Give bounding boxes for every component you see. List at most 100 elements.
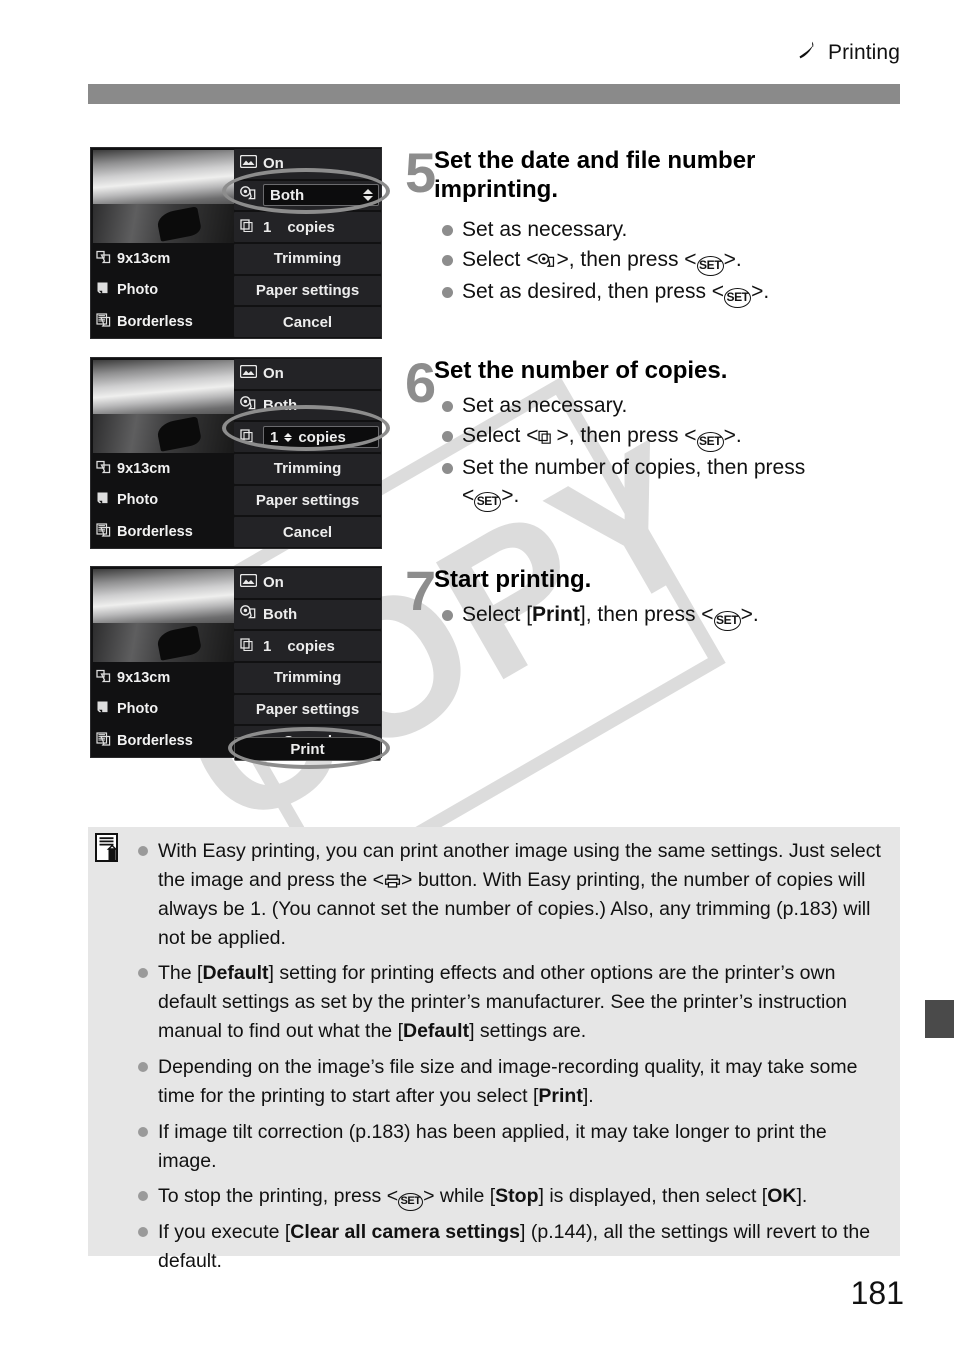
lcd-page-layout: Borderless: [91, 516, 234, 548]
section-label: Printing: [827, 40, 900, 64]
bullet-dot-icon: [442, 286, 453, 298]
step-7-title: Start printing.: [434, 566, 592, 593]
lcd-row-date-imprint[interactable]: Both: [234, 390, 381, 421]
lcd-paper-size: 9x13cm: [91, 662, 234, 694]
lcd-menu-cancel[interactable]: Cancel: [234, 517, 381, 547]
lcd-menu-print[interactable]: Print: [234, 737, 381, 761]
image-effect-icon: [239, 365, 258, 382]
lcd-menu-cancel[interactable]: Cancel: [234, 307, 381, 337]
step-6-title: Set the number of copies.: [434, 357, 728, 384]
lcd-row-image-effect[interactable]: On: [234, 359, 381, 389]
lcd-copies-value: 1: [270, 428, 279, 446]
bullet-dot-icon: [442, 462, 453, 474]
lcd-page-layout-label: Borderless: [117, 733, 193, 750]
bullet-dot-icon: [138, 968, 148, 979]
lcd-page-layout-label: Borderless: [117, 524, 193, 541]
header-rule: [88, 84, 900, 104]
lcd-row-image-effect[interactable]: On: [234, 568, 381, 598]
lcd-row-copies[interactable]: 1 copies: [234, 422, 381, 452]
bullet-text: Select [Print], then press < SET >.: [462, 601, 912, 631]
page-header: Printing: [0, 40, 954, 82]
lcd-screen-step7: On Both 1 copies Trimming Paper settings: [90, 566, 382, 758]
bullet-text: Set as necessary.: [462, 218, 628, 241]
lcd-row-date-imprint[interactable]: Both: [234, 180, 381, 211]
lcd-paper-size: 9x13cm: [91, 243, 234, 275]
lcd-copies-unit: copies: [287, 637, 335, 655]
bullet-dot-icon: [442, 401, 453, 412]
bullet-dot-icon: [442, 610, 453, 621]
date-imprint-icon: [240, 186, 257, 204]
lcd-menu-trimming[interactable]: Trimming: [234, 243, 381, 274]
lcd-menu-trimming[interactable]: Trimming: [234, 662, 381, 693]
lcd-screen-step5: On Both 1 copies Trimming Paper settings…: [90, 147, 382, 339]
lcd-image-effect-value: On: [263, 574, 284, 592]
copies-icon: [240, 218, 257, 236]
lcd-copies-value: 1: [263, 218, 272, 236]
set-button-icon: SET: [696, 431, 724, 452]
lcd-menu-trimming-label: Trimming: [273, 250, 342, 268]
bullet-text: Set as desired, then press < SET >.: [462, 278, 912, 308]
lcd-paper-size-label: 9x13cm: [117, 460, 171, 477]
bullet-dot-icon: [138, 1062, 148, 1073]
lcd-copies-unit: copies: [298, 428, 346, 446]
lcd-menu-paper-settings[interactable]: Paper settings: [234, 485, 381, 516]
lcd-menu-paper-settings-label: Paper settings: [255, 281, 360, 299]
set-button-icon: SET: [713, 611, 741, 631]
lcd-menu-trimming-label: Trimming: [273, 669, 342, 687]
note-pencil-icon: [94, 833, 124, 867]
note-bullet-item: The [Default] setting for printing effec…: [138, 959, 886, 1046]
image-effect-icon: [239, 155, 258, 172]
set-button-icon: SET: [474, 491, 502, 512]
lcd-row-copies[interactable]: 1 copies: [234, 212, 381, 242]
lcd-paper-type: Photo: [91, 275, 234, 307]
step-5-title: Set the date and file number imprinting.: [434, 147, 756, 204]
paper-type-icon: [96, 281, 112, 299]
note-bullet-item: To stop the printing, press < SET > while …: [138, 1182, 886, 1212]
note-bullet-list: With Easy printing, you can print anothe…: [138, 837, 886, 1283]
lcd-menu-cancel-label: Cancel: [282, 313, 333, 331]
lcd-menu-print-label: Print: [290, 740, 325, 758]
page-layout-icon: [96, 732, 112, 750]
lcd-image-effect-value: On: [263, 365, 284, 383]
paper-type-icon: [96, 491, 112, 509]
note-bullet-text: To stop the printing, press < SET > while …: [158, 1182, 886, 1212]
date-imprint-icon: [240, 605, 257, 623]
lcd-menu-paper-settings[interactable]: Paper settings: [234, 275, 381, 306]
note-bullet-item: Depending on the image’s file size and i…: [138, 1053, 886, 1111]
note-bullet-text: The [Default] setting for printing effec…: [158, 962, 848, 1043]
bullet-text: Set as necessary.: [462, 394, 628, 417]
lcd-page-layout: Borderless: [91, 306, 234, 338]
lcd-screen-step6: On Both 1 copies Trimming Paper settings…: [90, 357, 382, 549]
step-6-bullets: Set as necessary. Select < >, then press …: [442, 392, 912, 514]
lcd-row-date-imprint[interactable]: Both: [234, 599, 381, 630]
bullet-dot-icon: [138, 846, 148, 856]
lcd-copies-select[interactable]: 1 copies: [263, 426, 379, 449]
page-layout-icon: [96, 523, 112, 541]
paper-size-icon: [96, 669, 112, 687]
step-5-bullets: Set as necessary. Select < >, then press …: [442, 216, 912, 310]
lcd-paper-type-label: Photo: [117, 701, 159, 718]
bullet-dot-icon: [442, 430, 453, 442]
lcd-row-image-effect[interactable]: On: [234, 149, 381, 179]
page-layout-icon: [96, 313, 112, 331]
lcd-page-layout-label: Borderless: [117, 314, 193, 331]
paper-type-icon: [96, 700, 112, 718]
lcd-thumbnail: [93, 360, 234, 453]
lcd-image-effect-value: On: [263, 155, 284, 173]
lcd-menu-cancel-label: Cancel: [282, 523, 333, 541]
lcd-menu-paper-settings[interactable]: Paper settings: [234, 694, 381, 725]
note-bullet-item: With Easy printing, you can print anothe…: [138, 837, 886, 952]
lcd-row-copies[interactable]: 1 copies: [234, 631, 381, 661]
lcd-date-imprint-value: Both: [263, 605, 298, 623]
lcd-date-imprint-select[interactable]: Both: [263, 184, 379, 207]
printer-icon: [797, 40, 819, 65]
bullet-dot-icon: [138, 1191, 148, 1202]
note-bullet-text: If image tilt correction (p.183) has bee…: [158, 1120, 827, 1172]
lcd-thumbnail: [93, 569, 234, 662]
chevron-updown-icon: [284, 432, 293, 442]
step-5-number: 5: [405, 141, 437, 204]
image-effect-icon: [239, 574, 258, 591]
lcd-menu-trimming[interactable]: Trimming: [234, 453, 381, 484]
set-button-icon: SET: [724, 287, 752, 308]
bullet-item: Select < >, then press < SET >.: [442, 422, 912, 452]
